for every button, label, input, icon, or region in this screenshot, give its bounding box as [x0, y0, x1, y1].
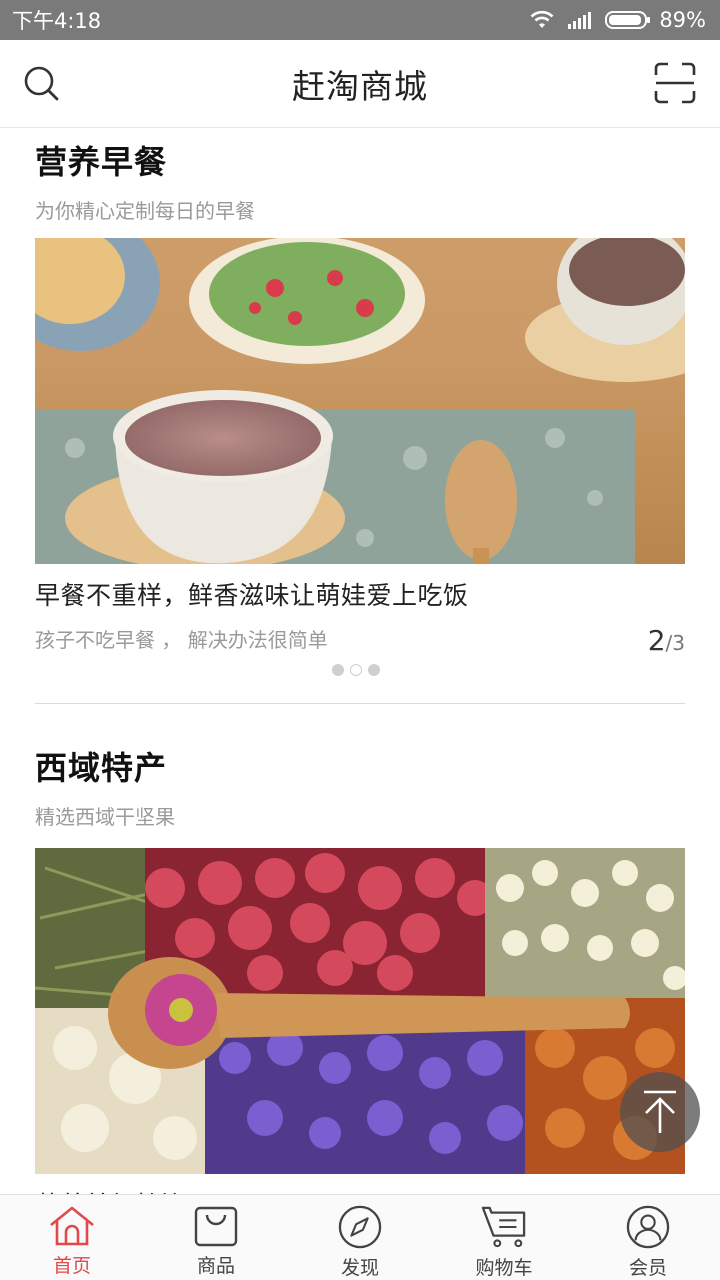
bottom-nav: 首页 商品 发现 购物车 会员	[0, 1194, 720, 1280]
banner-page-indicator: 2/3	[648, 624, 685, 657]
carousel-dot[interactable]	[332, 664, 344, 676]
nav-item-cart[interactable]: 购物车	[432, 1195, 576, 1280]
section-title: 营养早餐	[35, 143, 168, 181]
carousel-dot[interactable]	[368, 664, 380, 676]
status-bar: 下午4:18 89%	[0, 0, 720, 40]
back-to-top-button[interactable]	[620, 1072, 700, 1152]
banner-headline: 早餐不重样，鲜香滋味让萌娃爱上吃饭	[35, 581, 469, 610]
arrow-up-icon	[644, 1090, 676, 1133]
carousel-dots	[332, 664, 380, 676]
section-subtitle: 精选西域干坚果	[35, 805, 175, 829]
cart-icon	[481, 1206, 526, 1248]
scan-icon	[654, 62, 696, 104]
banner-subline: 孩子不吃早餐 ， 解决办法很简单	[35, 628, 328, 652]
nav-label: 首页	[52, 1255, 91, 1277]
section-breakfast: 营养早餐 为你精心定制每日的早餐	[35, 137, 685, 224]
section-title: 西域特产	[35, 749, 168, 787]
page-title: 赶淘商城	[292, 66, 428, 106]
nav-item-products[interactable]: 商品	[144, 1195, 288, 1280]
compass-icon	[338, 1205, 382, 1249]
nav-item-discover[interactable]: 发现	[288, 1195, 432, 1280]
section-subtitle: 为你精心定制每日的早餐	[35, 199, 255, 223]
shopping-bag-icon	[194, 1206, 238, 1247]
nav-label: 发现	[340, 1257, 379, 1279]
nav-label: 购物车	[475, 1257, 533, 1279]
app-screen: 下午4:18 89% 赶淘商城 营养早餐 为你精心定制每日的早餐 早餐不重样，鲜…	[0, 0, 720, 1280]
app-header: 赶淘商城	[0, 40, 720, 128]
user-icon	[626, 1205, 670, 1249]
breakfast-banner-image[interactable]	[35, 238, 685, 564]
battery-icon	[605, 11, 651, 29]
xiyu-banner-image[interactable]	[35, 848, 685, 1174]
section-xiyu: 西域特产 精选西域干坚果	[35, 743, 685, 830]
nav-label: 商品	[196, 1255, 235, 1277]
nav-item-member[interactable]: 会员	[576, 1195, 720, 1280]
signal-icon	[568, 12, 592, 29]
page-current: 2	[647, 624, 666, 657]
carousel-dot-active[interactable]	[350, 664, 362, 676]
battery-indicator: 89%	[605, 8, 706, 32]
search-icon	[24, 66, 59, 101]
nav-item-home[interactable]: 首页	[0, 1195, 144, 1280]
battery-percent: 89%	[659, 8, 706, 32]
status-icons: 89%	[529, 8, 706, 32]
status-time: 下午4:18	[12, 9, 102, 33]
section-divider	[35, 703, 685, 704]
wifi-icon	[530, 10, 554, 28]
breakfast-caption: 早餐不重样，鲜香滋味让萌娃爱上吃饭 孩子不吃早餐 ， 解决办法很简单 2/3	[35, 576, 685, 676]
home-icon	[50, 1206, 94, 1246]
content-scroll[interactable]: 营养早餐 为你精心定制每日的早餐 早餐不重样，鲜香滋味让萌娃爱上吃饭 孩子不吃早…	[0, 129, 720, 1194]
search-button[interactable]	[22, 64, 62, 104]
scan-button[interactable]	[654, 62, 696, 104]
banner-headline: 营养美颜特饮品	[35, 1186, 210, 1194]
nav-label: 会员	[628, 1257, 667, 1279]
page-total: /3	[665, 631, 685, 655]
